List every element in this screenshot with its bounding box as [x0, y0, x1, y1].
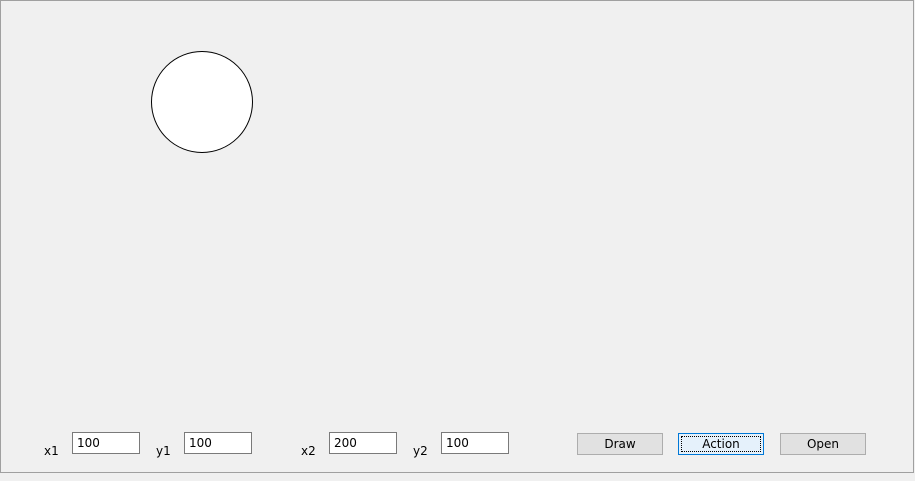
open-button[interactable]: Open	[780, 433, 866, 455]
y2-label: y2	[413, 444, 428, 458]
x2-input[interactable]: 200	[329, 432, 397, 454]
x1-input[interactable]: 100	[72, 432, 140, 454]
drawn-circle	[151, 51, 253, 153]
y1-label: y1	[156, 444, 171, 458]
draw-button[interactable]: Draw	[577, 433, 663, 455]
drawing-canvas[interactable]	[2, 2, 912, 422]
focus-ring	[681, 436, 761, 452]
y2-input[interactable]: 100	[441, 432, 509, 454]
x2-label: x2	[301, 444, 316, 458]
action-button[interactable]: Action	[678, 433, 764, 455]
main-window: x1 100 y1 100 x2 200 y2 100 Draw Action …	[0, 0, 914, 473]
y1-input[interactable]: 100	[184, 432, 252, 454]
x1-label: x1	[44, 444, 59, 458]
